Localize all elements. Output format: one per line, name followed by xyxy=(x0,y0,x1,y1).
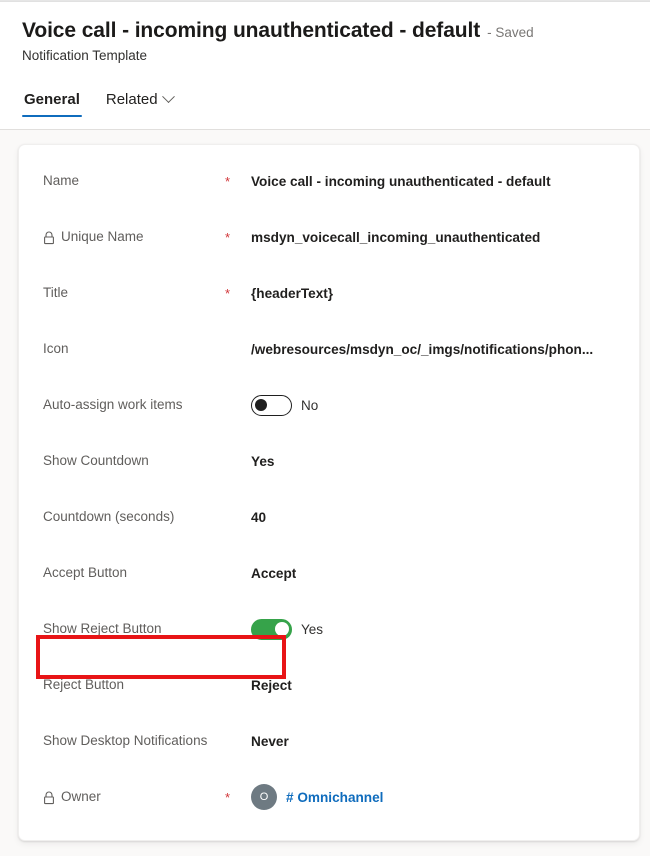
field-label-cell: Show Reject Button xyxy=(43,619,225,639)
save-state-label: - Saved xyxy=(487,25,534,40)
field-label: Title xyxy=(43,285,69,301)
chevron-down-icon xyxy=(161,90,175,104)
field-label-cell: Show Desktop Notifications xyxy=(43,731,225,751)
toggle-state-label: Yes xyxy=(301,621,324,637)
required-marker-cell: * xyxy=(225,231,251,244)
field-value-cell: Reject xyxy=(251,678,625,693)
field-value-cell: Voice call - incoming unauthenticated - … xyxy=(251,174,625,189)
field-label-cell: Name xyxy=(43,171,225,191)
owner-link[interactable]: # Omnichannel xyxy=(286,790,383,805)
field-value-cell: /webresources/msdyn_oc/_imgs/notificatio… xyxy=(251,342,625,357)
toggle-switch[interactable]: No xyxy=(251,394,319,416)
toggle-state-label: No xyxy=(301,397,319,413)
tab-related[interactable]: Related xyxy=(104,90,175,117)
page-header: Voice call - incoming unauthenticated - … xyxy=(0,0,650,130)
field-value-cell: No xyxy=(251,394,625,416)
toggle-knob xyxy=(255,399,267,411)
field-row: Show Reject Button Yes xyxy=(19,601,639,657)
avatar: O xyxy=(251,784,277,810)
field-label-cell: Owner xyxy=(43,787,225,807)
field-label-cell: Auto-assign work items xyxy=(43,395,225,415)
field-row: Icon/webresources/msdyn_oc/_imgs/notific… xyxy=(19,321,639,377)
field-label: Countdown (seconds) xyxy=(43,509,175,525)
field-row: Show Countdown Yes xyxy=(19,433,639,489)
field-label-cell: Countdown (seconds) xyxy=(43,507,225,527)
required-marker-cell: * xyxy=(225,791,251,804)
field-label: Unique Name xyxy=(61,229,144,245)
field-label-cell: Show Countdown xyxy=(43,451,225,471)
toggle-track[interactable] xyxy=(251,394,292,416)
field-value[interactable]: Yes xyxy=(251,454,274,469)
field-row: Accept Button Accept xyxy=(19,545,639,601)
toggle-knob xyxy=(275,622,289,636)
field-label: Auto-assign work items xyxy=(43,397,183,413)
entity-type-label: Notification Template xyxy=(22,48,148,63)
field-row: Owner * O # Omnichannel xyxy=(19,769,639,825)
tab-strip: General Related xyxy=(22,79,650,117)
field-label: Accept Button xyxy=(43,565,128,581)
required-asterisk-icon: * xyxy=(225,229,231,245)
page-title: Voice call - incoming unauthenticated - … xyxy=(22,19,481,42)
required-marker-cell: * xyxy=(225,287,251,300)
field-label: Show Desktop Notifications xyxy=(43,733,208,749)
field-value-cell: 40 xyxy=(251,510,625,525)
field-value-cell: Yes xyxy=(251,454,625,469)
field-row: Show Desktop Notifications Never xyxy=(19,713,639,769)
owner-lookup[interactable]: O # Omnichannel xyxy=(251,784,383,810)
field-value-cell: O # Omnichannel xyxy=(251,784,625,810)
tab-related-label: Related xyxy=(105,91,158,108)
field-row: Title * {headerText} xyxy=(19,265,639,321)
required-asterisk-icon: * xyxy=(225,173,231,189)
field-value[interactable]: {headerText} xyxy=(251,286,333,301)
field-value-cell: Yes xyxy=(251,618,625,640)
page-body: Name * Voice call - incoming unauthenticat… xyxy=(0,130,650,856)
field-label: Show Reject Button xyxy=(43,621,162,637)
lock-icon xyxy=(44,230,54,244)
toggle-switch[interactable]: Yes xyxy=(251,618,324,640)
field-label-cell: Reject Button xyxy=(43,675,225,695)
field-row: Name * Voice call - incoming unauthenticat… xyxy=(19,153,639,209)
lock-icon xyxy=(44,790,54,804)
field-value-cell: msdyn_voicecall_incoming_unauthenticated xyxy=(251,230,625,245)
toggle-track[interactable] xyxy=(251,618,292,640)
field-label-cell: Icon xyxy=(43,339,225,359)
field-label: Owner xyxy=(61,789,101,805)
field-label: Show Countdown xyxy=(43,453,149,469)
header-top-divider xyxy=(0,1,650,2)
field-row: Reject Button Reject xyxy=(19,657,639,713)
field-value[interactable]: 40 xyxy=(251,510,266,525)
field-value-cell: Accept xyxy=(251,566,625,581)
title-line: Voice call - incoming unauthenticated - … xyxy=(22,1,650,43)
field-label-cell: Accept Button xyxy=(43,563,225,583)
field-value[interactable]: Reject xyxy=(251,678,292,693)
required-marker-cell: * xyxy=(225,175,251,188)
field-value[interactable]: Accept xyxy=(251,566,296,581)
tab-general[interactable]: General xyxy=(22,91,82,117)
field-label-cell: Title xyxy=(43,283,225,303)
required-asterisk-icon: * xyxy=(225,789,231,805)
tab-general-label: General xyxy=(24,91,80,108)
field-value-cell: {headerText} xyxy=(251,286,625,301)
field-row: Countdown (seconds) 40 xyxy=(19,489,639,545)
field-value-cell: Never xyxy=(251,734,625,749)
field-label-cell: Unique Name xyxy=(43,227,225,247)
required-asterisk-icon: * xyxy=(225,285,231,301)
field-value[interactable]: /webresources/msdyn_oc/_imgs/notificatio… xyxy=(251,342,593,357)
field-label: Icon xyxy=(43,341,69,357)
field-value[interactable]: Voice call - incoming unauthenticated - … xyxy=(251,174,551,189)
tab-active-indicator xyxy=(22,114,82,117)
field-row: Auto-assign work items No xyxy=(19,377,639,433)
field-label: Name xyxy=(43,173,80,189)
form-card: Name * Voice call - incoming unauthenticat… xyxy=(18,144,640,841)
field-value[interactable]: Never xyxy=(251,734,289,749)
field-label: Reject Button xyxy=(43,677,125,693)
field-row: Unique Name * msdyn_voicecall_incoming_una… xyxy=(19,209,639,265)
field-value[interactable]: msdyn_voicecall_incoming_unauthenticated xyxy=(251,230,540,245)
